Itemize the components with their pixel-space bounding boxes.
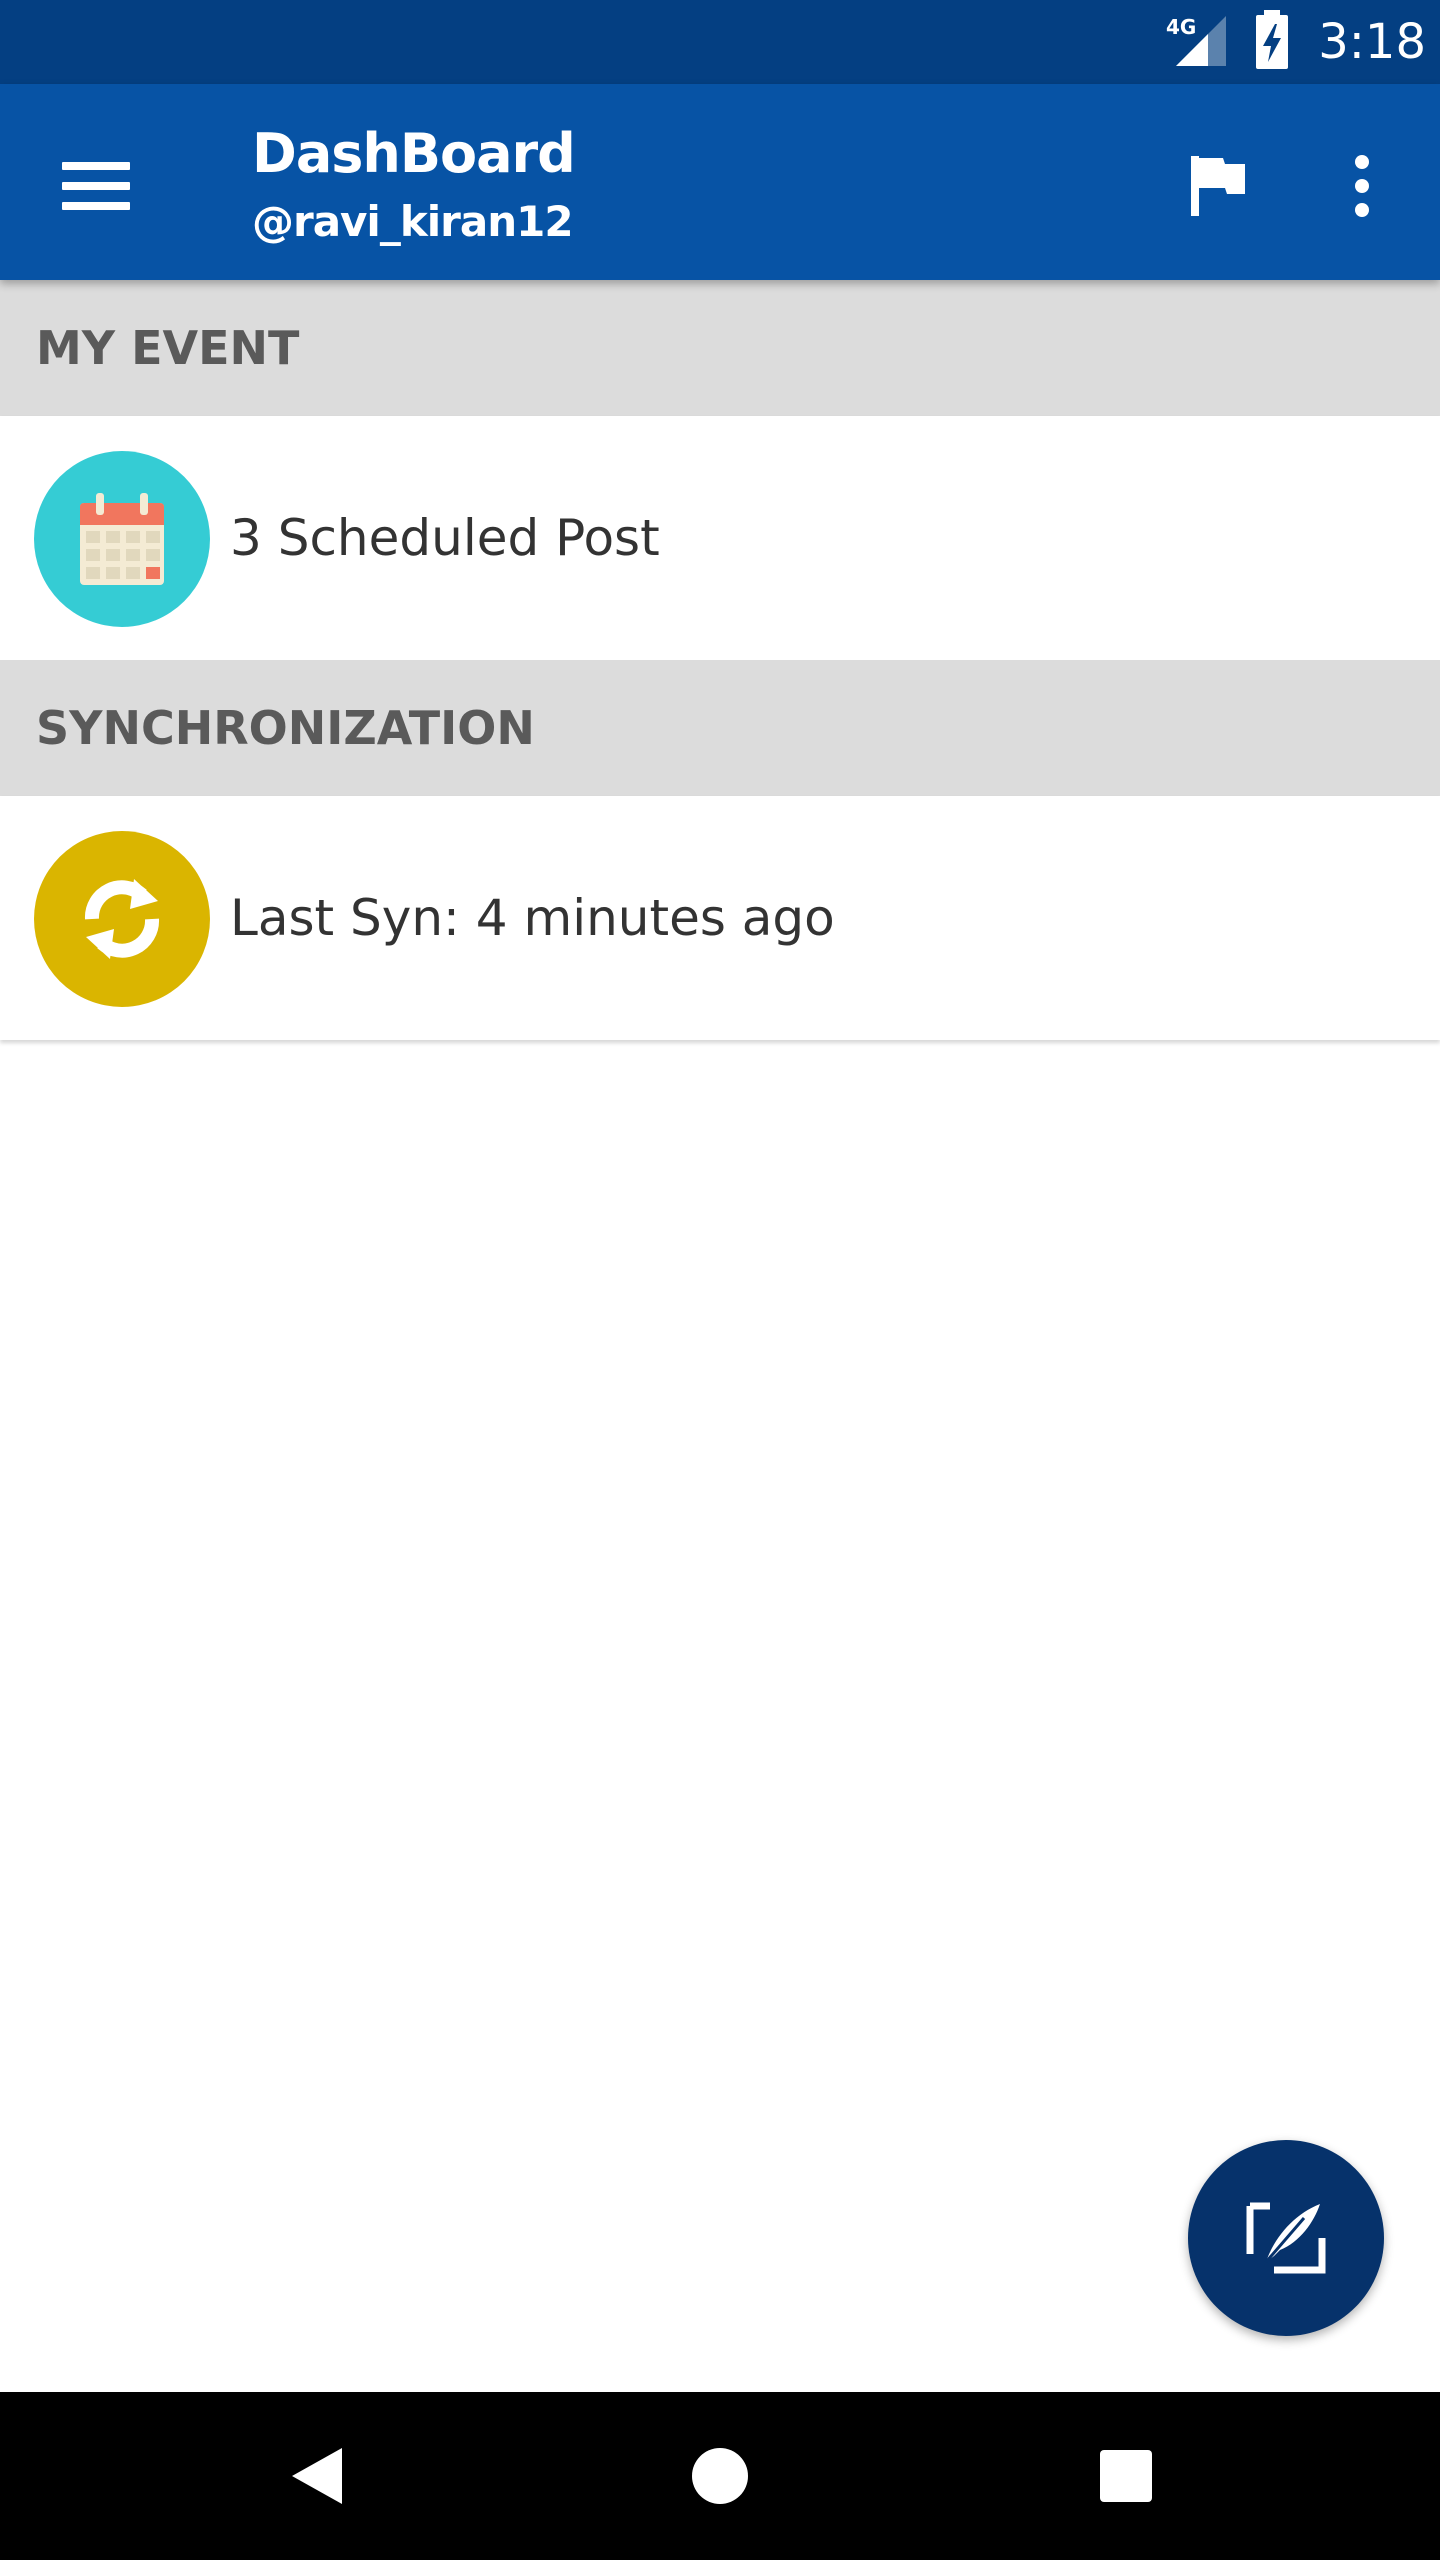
compose-post-button[interactable]: [1188, 2140, 1384, 2336]
app-bar: DashBoard @ravi_kiran12: [0, 84, 1440, 280]
back-button[interactable]: [256, 2416, 376, 2536]
page-title: DashBoard: [252, 122, 576, 185]
flag-icon: [1191, 156, 1245, 216]
sync-icon-badge: [34, 831, 210, 1007]
battery-charging-icon: [1256, 10, 1288, 69]
scheduled-post-count: 3 Scheduled Post: [230, 509, 660, 567]
flag-button[interactable]: [1170, 138, 1266, 234]
hamburger-menu-icon: [62, 162, 130, 210]
network-type-label: 4G: [1166, 15, 1196, 39]
cellular-signal-4g-icon: 4G: [1166, 15, 1226, 66]
back-icon: [292, 2448, 342, 2504]
section-header-my-event: MY EVENT: [0, 280, 1440, 416]
recents-icon: [1100, 2450, 1152, 2502]
more-options-button[interactable]: [1314, 138, 1410, 234]
last-sync-status: Last Syn: 4 minutes ago: [230, 889, 835, 947]
last-sync-row[interactable]: Last Syn: 4 minutes ago: [0, 796, 1440, 1040]
system-navigation-bar: [0, 2392, 1440, 2560]
scheduled-posts-row[interactable]: 3 Scheduled Post: [0, 416, 1440, 660]
compose-quill-icon: [1246, 2202, 1326, 2274]
section-title: MY EVENT: [36, 321, 300, 375]
home-icon: [692, 2448, 748, 2504]
navigation-menu-button[interactable]: [48, 138, 144, 234]
status-clock: 3:18: [1318, 14, 1426, 70]
more-vertical-icon: [1355, 155, 1369, 217]
calendar-icon: [80, 493, 164, 585]
status-bar: 4G 3:18: [0, 0, 1440, 84]
section-header-synchronization: SYNCHRONIZATION: [0, 660, 1440, 796]
section-title: SYNCHRONIZATION: [36, 701, 535, 755]
sync-icon: [84, 879, 160, 959]
recents-button[interactable]: [1066, 2416, 1186, 2536]
calendar-icon-badge: [34, 451, 210, 627]
account-username: @ravi_kiran12: [252, 197, 574, 246]
home-button[interactable]: [660, 2416, 780, 2536]
